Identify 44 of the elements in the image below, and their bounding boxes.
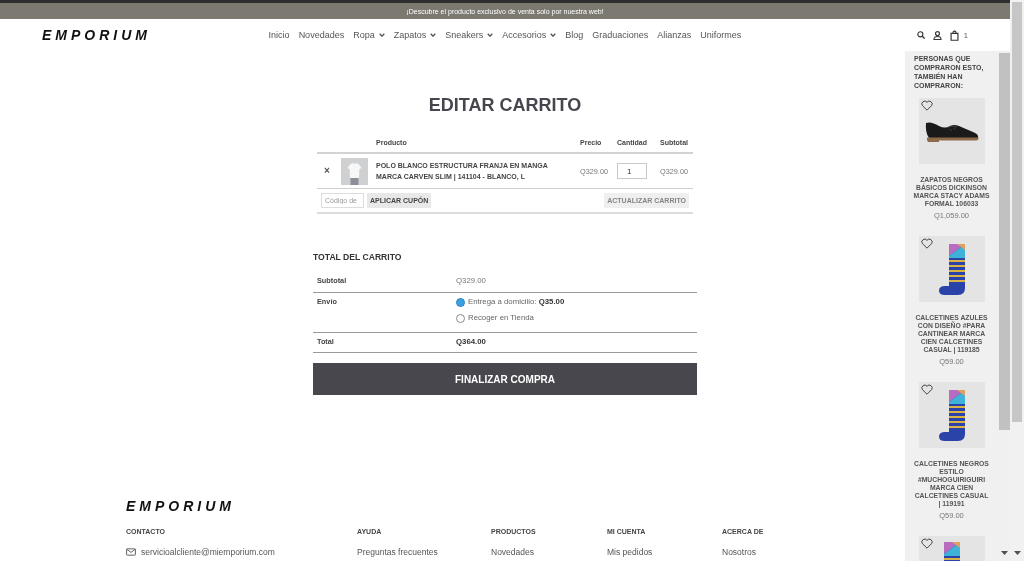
nav-link[interactable]: Uniformes bbox=[700, 29, 742, 41]
footer-link[interactable]: Mis pedidos bbox=[607, 547, 653, 557]
checkout-button[interactable]: FINALIZAR COMPRA bbox=[313, 363, 697, 395]
mail-icon bbox=[126, 548, 136, 556]
footer-link[interactable]: Nosotros bbox=[722, 547, 756, 557]
product-photo[interactable] bbox=[918, 536, 985, 561]
sock-image bbox=[938, 389, 965, 441]
nav-link[interactable]: Zapatos bbox=[393, 29, 437, 41]
shoe-image bbox=[923, 119, 980, 143]
user-icon[interactable] bbox=[932, 30, 942, 40]
radio-button[interactable] bbox=[456, 297, 465, 307]
product-photo[interactable] bbox=[918, 236, 985, 302]
sock-image bbox=[938, 243, 965, 295]
nav-link[interactable]: Inicio bbox=[268, 29, 290, 41]
totals-heading: TOTAL DEL CARRITO bbox=[313, 251, 403, 263]
remove-button[interactable]: × bbox=[324, 166, 330, 176]
scrollbar-thumb[interactable] bbox=[998, 53, 1010, 430]
store-logo[interactable]: EMPORIUM bbox=[42, 27, 151, 43]
heart-icon[interactable] bbox=[920, 238, 933, 249]
nav-link[interactable]: Alianzas bbox=[657, 29, 692, 41]
page-title: EDITAR CARRITO bbox=[427, 94, 583, 116]
footer-logo[interactable]: EMPORIUM bbox=[126, 499, 235, 513]
scrollbar-thumb[interactable] bbox=[1012, 2, 1022, 422]
heart-icon[interactable] bbox=[920, 384, 933, 395]
nav-link[interactable]: Accesorios bbox=[502, 29, 557, 41]
nav-link[interactable]: Novedades bbox=[298, 29, 345, 41]
search-icon[interactable] bbox=[916, 31, 925, 39]
quantity-field[interactable]: 1 bbox=[617, 163, 647, 179]
shopping-bag-icon[interactable] bbox=[949, 29, 959, 41]
footer-link[interactable]: servicioalcliente@miemporium.com bbox=[126, 547, 275, 557]
footer-link[interactable]: Preguntas frecuentes bbox=[357, 547, 438, 557]
scrollbar-track[interactable] bbox=[1010, 0, 1024, 561]
product-photo[interactable] bbox=[918, 98, 985, 164]
nav-link[interactable]: Ropa bbox=[353, 29, 385, 41]
shirt-photo bbox=[341, 157, 368, 185]
nav-link[interactable]: Sneakers bbox=[445, 29, 494, 41]
footer-link[interactable]: Novedades bbox=[491, 547, 534, 557]
radio-button[interactable] bbox=[456, 313, 465, 323]
heart-icon[interactable] bbox=[920, 538, 933, 549]
sock-image bbox=[943, 542, 960, 561]
product-photo[interactable] bbox=[918, 382, 985, 448]
nav-link[interactable]: Blog bbox=[565, 29, 584, 41]
nav-link[interactable]: Graduaciones bbox=[592, 29, 649, 41]
heart-icon[interactable] bbox=[920, 100, 933, 111]
